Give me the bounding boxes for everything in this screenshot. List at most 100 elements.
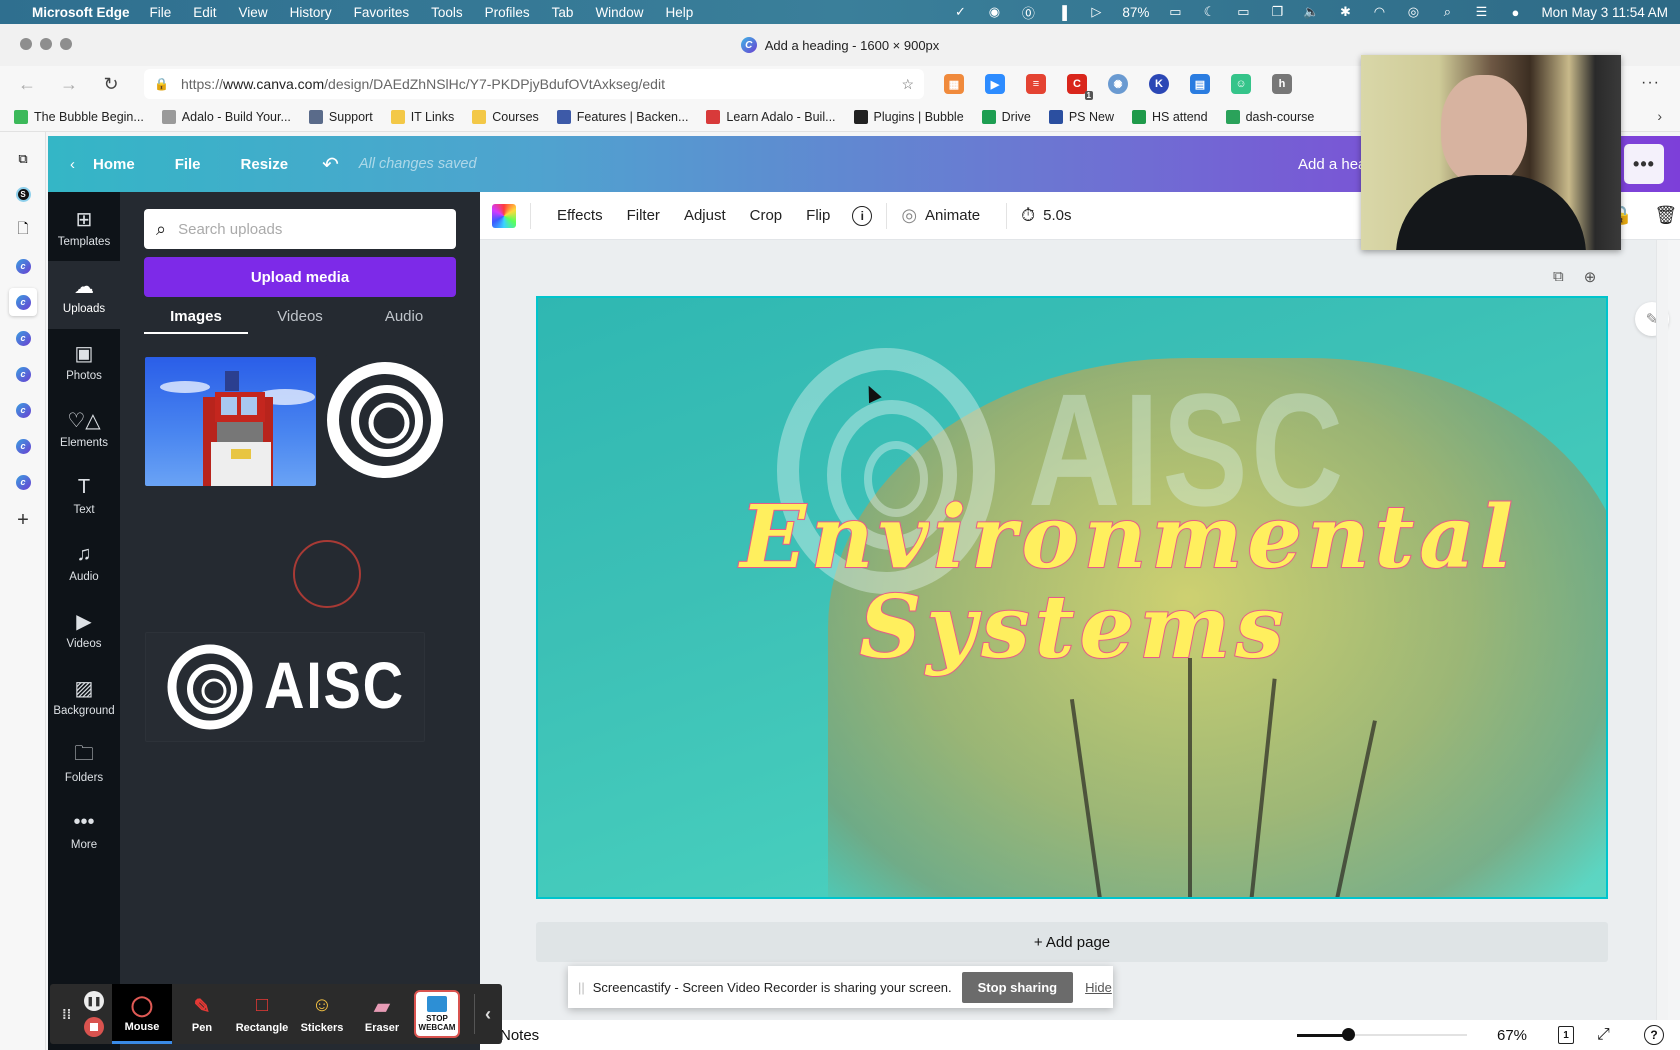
zoom-slider[interactable] (1297, 1028, 1467, 1041)
volume-icon[interactable]: 🔈 (1303, 4, 1319, 20)
wifi-signal-tray-icon[interactable]: ✓ (952, 4, 968, 20)
add-page-icon[interactable]: ⊕ (1584, 268, 1597, 286)
rail-item-elements[interactable]: ♡△ Elements (48, 395, 120, 463)
rail-item-audio[interactable]: ♫ Audio (48, 529, 120, 597)
design-canvas[interactable]: AISC Environmental Systems (536, 296, 1608, 899)
layout-tray-icon[interactable]: ▐ (1054, 4, 1070, 20)
bookmark-item[interactable]: PS New (1048, 109, 1114, 124)
design-heading[interactable]: Environmental Systems (538, 492, 1606, 674)
rail-item-more[interactable]: ••• More (48, 797, 120, 865)
onepassword-tray-icon[interactable]: ⓪ (1020, 4, 1036, 21)
bookmark-item[interactable]: HS attend (1131, 109, 1208, 124)
undo-icon[interactable]: ↶ (322, 152, 339, 177)
workspace-scrollbar[interactable] (1656, 240, 1668, 1020)
notes-button[interactable]: Notes (500, 1027, 539, 1044)
rail-item-templates[interactable]: ⊞ Templates (48, 194, 120, 262)
k-extension-icon[interactable]: K (1149, 74, 1169, 94)
lock-icon[interactable]: 🔒 (154, 77, 169, 91)
tab-document[interactable]: 🗋 (9, 216, 37, 244)
bookmarks-overflow-icon[interactable]: › (1657, 108, 1662, 124)
add-page-button[interactable]: + Add page (536, 922, 1608, 962)
back-button[interactable]: ← (12, 69, 42, 99)
aisc-swirl-thumbnail[interactable] (325, 355, 445, 485)
menu-tab[interactable]: Tab (552, 5, 574, 20)
extension-grid-icon[interactable]: ▦ (944, 74, 964, 94)
bookmark-item[interactable]: Plugins | Bubble (853, 109, 964, 124)
stop-sharing-button[interactable]: Stop sharing (961, 971, 1074, 1003)
tab-videos[interactable]: Videos (248, 300, 352, 334)
rail-item-folders[interactable]: 🗀 Folders (48, 730, 120, 798)
stop-webcam-button[interactable]: STOP WEBCAM (414, 990, 460, 1038)
tab-canva[interactable]: c (9, 252, 37, 280)
user-icon[interactable]: ◎ (1405, 4, 1421, 20)
color-picker-swatch[interactable] (492, 203, 516, 228)
search-uploads-input[interactable] (178, 220, 429, 238)
upload-media-button[interactable]: Upload media (144, 257, 456, 297)
collapse-toolbar-icon[interactable]: ‹ (474, 994, 491, 1034)
bookmark-item[interactable]: The Bubble Begin... (14, 109, 144, 124)
help-icon[interactable]: ? (1644, 1025, 1664, 1045)
more-options-button[interactable]: ••• (1624, 144, 1664, 184)
screencastify-tool-rectangle[interactable]: □ Rectangle (232, 984, 292, 1044)
forward-button[interactable]: → (54, 69, 84, 99)
menu-history[interactable]: History (290, 5, 332, 20)
menu-favorites[interactable]: Favorites (354, 5, 410, 20)
screencastify-tool-pen[interactable]: ✎ Pen (172, 984, 232, 1044)
tab-audio[interactable]: Audio (352, 300, 456, 334)
screencastify-tool-eraser[interactable]: ▰ Eraser (352, 984, 412, 1044)
screens-icon[interactable]: ❐ (1269, 4, 1285, 20)
crop-button[interactable]: Crop (750, 207, 783, 224)
bookmark-item[interactable]: Learn Adalo - Buil... (706, 109, 836, 124)
duration-button[interactable]: ⏱ 5.0s (1021, 205, 1071, 226)
menu-tools[interactable]: Tools (431, 5, 463, 20)
tab-canva[interactable]: c (9, 396, 37, 424)
minimize-window-button[interactable] (40, 38, 52, 50)
siri-icon[interactable]: ● (1507, 4, 1523, 20)
duplicate-page-icon[interactable]: ⧉ (1553, 268, 1564, 286)
bookmark-item[interactable]: IT Links (390, 109, 454, 124)
close-window-button[interactable] (20, 38, 32, 50)
bookmark-item[interactable]: dash-course (1225, 109, 1314, 124)
play-tray-icon[interactable]: ▷ (1088, 4, 1104, 20)
menu-edit[interactable]: Edit (193, 5, 216, 20)
grammarly-tray-icon[interactable]: ◉ (986, 4, 1002, 20)
aisc-logo-thumbnail[interactable]: AISC (145, 632, 425, 742)
tab-actions-icon[interactable]: ⧉ (9, 145, 37, 173)
rail-item-text[interactable]: T Text (48, 462, 120, 530)
menu-view[interactable]: View (239, 5, 268, 20)
stop-recording-button[interactable] (84, 1017, 104, 1037)
drag-handle-icon[interactable]: || (578, 980, 585, 995)
menu-window[interactable]: Window (595, 5, 643, 20)
zoom-slider-handle[interactable] (1342, 1028, 1355, 1041)
bookmark-item[interactable]: Courses (472, 109, 539, 124)
tab-canva[interactable]: c (9, 432, 37, 460)
zoom-percentage[interactable]: 67% (1497, 1027, 1527, 1044)
home-button[interactable]: ‹ Home (70, 156, 135, 173)
bluetooth-icon[interactable]: ✱ (1337, 4, 1353, 20)
optimus-prime-thumbnail[interactable] (145, 357, 316, 486)
webcam-overlay[interactable] (1361, 55, 1621, 250)
display-icon[interactable]: ▭ (1235, 4, 1251, 20)
add-favorite-icon[interactable]: ☆ (901, 76, 914, 93)
browser-menu-icon[interactable]: ··· (1641, 74, 1660, 92)
new-tab-plus-icon[interactable]: + (9, 506, 37, 534)
moon-icon[interactable]: ☾ (1201, 4, 1217, 20)
tab-skype[interactable]: S (9, 180, 37, 208)
spotlight-search-icon[interactable]: ⌕ (1439, 4, 1455, 20)
tab-canva[interactable]: c (9, 468, 37, 496)
effects-button[interactable]: Effects (557, 207, 603, 224)
battery-icon[interactable]: ▭ (1167, 4, 1183, 20)
filter-button[interactable]: Filter (627, 207, 660, 224)
tab-canva[interactable]: c (9, 360, 37, 388)
rail-item-photos[interactable]: ▣ Photos (48, 328, 120, 396)
bookmark-item[interactable]: Support (308, 109, 373, 124)
bookmark-item[interactable]: Adalo - Build Your... (161, 109, 291, 124)
table-extension-icon[interactable]: ▤ (1190, 74, 1210, 94)
menu-file[interactable]: File (150, 5, 172, 20)
maximize-window-button[interactable] (60, 38, 72, 50)
reload-button[interactable]: ↻ (96, 69, 126, 99)
search-uploads-field[interactable]: ⌕ (144, 209, 456, 249)
design-title[interactable]: Add a hea (1298, 156, 1366, 173)
screencastify-tool-stickers[interactable]: ☺ Stickers (292, 984, 352, 1044)
page-count-icon[interactable]: 1 (1558, 1026, 1574, 1044)
